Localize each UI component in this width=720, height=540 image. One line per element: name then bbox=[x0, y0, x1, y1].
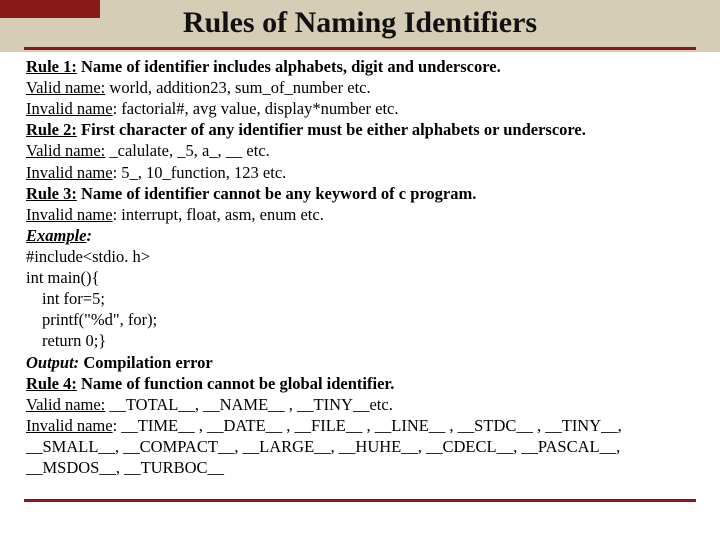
rule-1-text: Name of identifier includes alphabets, d… bbox=[77, 57, 501, 76]
rule-3-text: Name of identifier cannot be any keyword… bbox=[77, 184, 476, 203]
rule-3-line: Rule 3: Name of identifier cannot be any… bbox=[26, 183, 694, 204]
code-line-3: int for=5; bbox=[26, 288, 694, 309]
rule-2-valid-text: _calulate, _5, a_, __ etc. bbox=[105, 141, 269, 160]
rule-1-invalid-text: : factorial#, avg value, display*number … bbox=[113, 99, 399, 118]
slide-content: Rule 1: Name of identifier includes alph… bbox=[0, 52, 720, 478]
rule-3-invalid-text: : interrupt, float, asm, enum etc. bbox=[113, 205, 324, 224]
footer-underline bbox=[24, 499, 696, 502]
valid-name-label: Valid name: bbox=[26, 141, 105, 160]
rule-2-invalid: Invalid name: 5_, 10_function, 123 etc. bbox=[26, 162, 694, 183]
invalid-name-label: Invalid name bbox=[26, 205, 113, 224]
rule-4-valid: Valid name: __TOTAL__, __NAME__ , __TINY… bbox=[26, 394, 694, 415]
rule-1-valid: Valid name: world, addition23, sum_of_nu… bbox=[26, 77, 694, 98]
rule-2-line: Rule 2: First character of any identifie… bbox=[26, 119, 694, 140]
rule-1-line: Rule 1: Name of identifier includes alph… bbox=[26, 56, 694, 77]
valid-name-label: Valid name: bbox=[26, 78, 105, 97]
rule-1-valid-text: world, addition23, sum_of_number etc. bbox=[109, 78, 370, 97]
rule-4-valid-text: __TOTAL__, __NAME__ , __TINY__etc. bbox=[105, 395, 393, 414]
rule-4-text: Name of function cannot be global identi… bbox=[77, 374, 394, 393]
title-underline bbox=[24, 47, 696, 50]
invalid-name-label: Invalid name bbox=[26, 163, 113, 182]
rule-4-label: Rule 4: bbox=[26, 374, 77, 393]
code-line-4: printf("%d", for); bbox=[26, 309, 694, 330]
invalid-name-label: Invalid name bbox=[26, 416, 113, 435]
slide-title: Rules of Naming Identifiers bbox=[0, 6, 720, 40]
rule-2-valid: Valid name: _calulate, _5, a_, __ etc. bbox=[26, 140, 694, 161]
code-line-5: return 0;} bbox=[26, 330, 694, 351]
example-label: Example bbox=[26, 226, 87, 245]
output-line: Output: Compilation error bbox=[26, 352, 694, 373]
output-label: Output: bbox=[26, 353, 79, 372]
output-text: Compilation error bbox=[79, 353, 213, 372]
rule-4-invalid-text: : __TIME__ , __DATE__ , __FILE__ , __LIN… bbox=[26, 416, 622, 477]
rule-2-invalid-text: : 5_, 10_function, 123 etc. bbox=[113, 163, 287, 182]
rule-1-invalid: Invalid name: factorial#, avg value, dis… bbox=[26, 98, 694, 119]
header-bar: Rules of Naming Identifiers bbox=[0, 0, 720, 52]
rule-2-text: First character of any identifier must b… bbox=[77, 120, 586, 139]
rule-2-label: Rule 2: bbox=[26, 120, 77, 139]
code-line-1: #include<stdio. h> bbox=[26, 246, 694, 267]
valid-name-label: Valid name: bbox=[26, 395, 105, 414]
invalid-name-label: Invalid name bbox=[26, 99, 113, 118]
rule-1-label: Rule 1: bbox=[26, 57, 77, 76]
rule-4-invalid: Invalid name: __TIME__ , __DATE__ , __FI… bbox=[26, 415, 694, 478]
code-line-2: int main(){ bbox=[26, 267, 694, 288]
rule-3-label: Rule 3: bbox=[26, 184, 77, 203]
rule-4-line: Rule 4: Name of function cannot be globa… bbox=[26, 373, 694, 394]
rule-3-invalid: Invalid name: interrupt, float, asm, enu… bbox=[26, 204, 694, 225]
example-label-line: Example: bbox=[26, 225, 694, 246]
